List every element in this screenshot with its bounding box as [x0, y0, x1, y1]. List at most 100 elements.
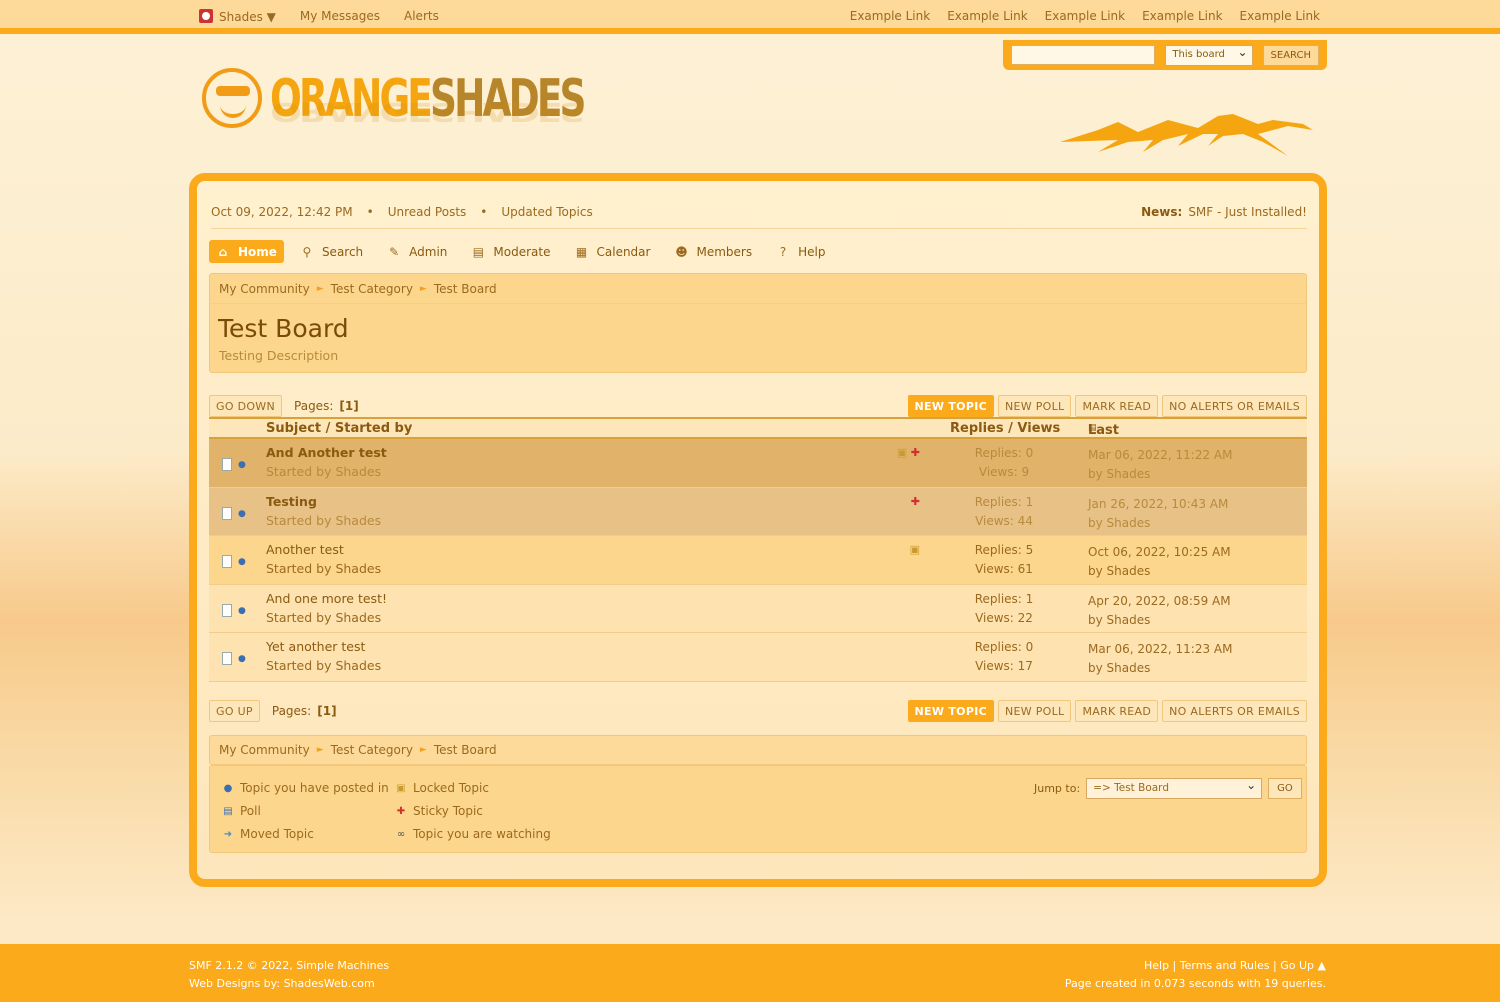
- notify-button[interactable]: NO ALERTS OR EMAILS: [1162, 700, 1307, 722]
- replies-count: Replies: 0: [974, 446, 1034, 460]
- menu-item-moderate[interactable]: ▤ Moderate: [463, 240, 558, 263]
- user-menu[interactable]: Shades ▼: [199, 8, 276, 24]
- help-link[interactable]: Help: [1144, 959, 1169, 972]
- menu-item-search[interactable]: ⚲ Search: [292, 240, 371, 263]
- pagination-bar-bottom: GO UP Pages: [1] NEW TOPIC NEW POLL MARK …: [209, 699, 1307, 723]
- menu-item-help[interactable]: ? Help: [768, 240, 833, 263]
- topic-icon: [222, 458, 232, 471]
- views-count: Views: 61: [975, 562, 1033, 576]
- last-post-author[interactable]: by Shades: [1088, 661, 1150, 675]
- sort-subject-link[interactable]: Subject / Started by: [266, 421, 412, 436]
- topic-subject-link[interactable]: Testing: [266, 494, 317, 509]
- search-icon: ⚲: [302, 244, 312, 259]
- table-row: ● Testing Started by Shades ✚ Replies: 1…: [209, 487, 1307, 536]
- breadcrumb-item[interactable]: My Community: [219, 743, 310, 757]
- search-button[interactable]: SEARCH: [1262, 44, 1319, 66]
- alerts-link[interactable]: Alerts: [404, 9, 439, 23]
- breadcrumb-separator-icon: ►: [419, 745, 427, 755]
- topic-subject-link[interactable]: And one more test!: [266, 591, 387, 606]
- example-link[interactable]: Example Link: [1045, 9, 1125, 23]
- last-post-author[interactable]: by Shades: [1088, 564, 1150, 578]
- participation-icon: ●: [223, 782, 233, 794]
- search-scope-select[interactable]: This board: [1165, 44, 1253, 66]
- breadcrumb-separator-icon: ►: [419, 283, 427, 294]
- mountain-decoration-icon: [1060, 114, 1313, 156]
- lock-icon: ▣: [396, 782, 406, 794]
- site-logo[interactable]: ORANGESHADES ORANGESHADES: [198, 62, 587, 158]
- example-link[interactable]: Example Link: [947, 9, 1027, 23]
- last-post-date[interactable]: Oct 06, 2022, 10:25 AM: [1088, 545, 1231, 559]
- breadcrumb-separator-icon: ►: [316, 745, 324, 755]
- pin-icon: ✚: [396, 805, 406, 817]
- sunglasses-face-icon: [202, 68, 262, 128]
- last-post-date[interactable]: Jan 26, 2022, 10:43 AM: [1088, 497, 1228, 511]
- last-post-author[interactable]: by Shades: [1088, 613, 1150, 627]
- main-container: Oct 09, 2022, 12:42 PM • Unread Posts • …: [189, 173, 1327, 887]
- breadcrumb-item[interactable]: Test Category: [331, 282, 413, 296]
- new-poll-button[interactable]: NEW POLL: [997, 700, 1072, 722]
- new-topic-button[interactable]: NEW TOPIC: [907, 395, 994, 417]
- poll-icon: ▤: [223, 805, 233, 817]
- go-down-button[interactable]: GO DOWN: [209, 395, 283, 417]
- replies-count: Replies: 5: [974, 543, 1034, 557]
- topic-subject-link[interactable]: Yet another test: [266, 639, 365, 654]
- pin-icon: ✚: [910, 446, 920, 459]
- topic-starter: Started by Shades: [266, 658, 382, 673]
- menu-item-home[interactable]: ⌂ Home: [209, 240, 284, 263]
- jump-go-button[interactable]: GO: [1268, 778, 1302, 799]
- posted-in-icon: ●: [238, 605, 246, 616]
- last-post-author[interactable]: by Shades: [1088, 467, 1150, 481]
- jump-to-select[interactable]: => Test Board: [1086, 778, 1263, 799]
- topic-subject-link[interactable]: Another test: [266, 542, 344, 557]
- home-icon: ⌂: [218, 244, 228, 259]
- breadcrumb-item[interactable]: Test Board: [434, 743, 497, 757]
- last-post-author[interactable]: by Shades: [1088, 516, 1150, 530]
- menu-item-members[interactable]: ☻ Members: [666, 240, 760, 263]
- breadcrumb: My Community ► Test Category ► Test Boar…: [210, 274, 1306, 304]
- topic-starter: Started by Shades: [266, 561, 382, 576]
- breadcrumb-item[interactable]: My Community: [219, 282, 310, 296]
- user-avatar-icon: [199, 8, 213, 23]
- mark-read-button[interactable]: MARK READ: [1075, 395, 1159, 417]
- caret-down-icon: ▼: [266, 9, 276, 24]
- briefcase-icon: ▤: [472, 244, 485, 259]
- topic-icon: [222, 506, 232, 520]
- updated-topics-link[interactable]: Updated Topics: [501, 205, 592, 219]
- go-up-link[interactable]: Go Up ▲: [1280, 959, 1326, 972]
- mark-read-button[interactable]: MARK READ: [1075, 700, 1159, 722]
- topic-starter: Started by Shades: [266, 464, 382, 479]
- search-input[interactable]: [1011, 45, 1156, 65]
- copyright-link[interactable]: SMF 2.1.2 © 2022, Simple Machines: [189, 959, 389, 972]
- lock-icon: ▣: [896, 446, 908, 459]
- last-post-date[interactable]: Apr 20, 2022, 08:59 AM: [1088, 594, 1231, 608]
- topic-subject-link[interactable]: And Another test: [266, 445, 387, 460]
- sort-replies-link[interactable]: Replies / Views: [950, 421, 1060, 436]
- views-count: Views: 9: [978, 465, 1030, 479]
- table-row: ● And Another test Started by Shades ▣ ✚…: [209, 439, 1307, 488]
- topic-list: Subject / Started by Replies / Views Las…: [209, 417, 1307, 682]
- designer-link[interactable]: Web Designs by: ShadesWeb.com: [189, 977, 375, 990]
- last-post-date[interactable]: Mar 06, 2022, 11:23 AM: [1088, 642, 1232, 656]
- example-link[interactable]: Example Link: [1142, 9, 1222, 23]
- topic-icon: [222, 652, 232, 665]
- menu-item-admin[interactable]: ✎ Admin: [379, 240, 455, 263]
- watch-icon: ∞: [396, 828, 406, 840]
- unread-posts-link[interactable]: Unread Posts: [388, 205, 467, 219]
- top-bar: Shades ▼ My Messages Alerts Example Link…: [0, 0, 1500, 34]
- last-post-date[interactable]: Mar 06, 2022, 11:22 AM: [1088, 448, 1232, 462]
- go-up-button[interactable]: GO UP: [209, 700, 260, 722]
- breadcrumb-item[interactable]: Test Category: [331, 743, 413, 757]
- board-header: My Community ► Test Category ► Test Boar…: [209, 273, 1307, 373]
- example-link[interactable]: Example Link: [1240, 9, 1320, 23]
- posted-in-icon: ●: [238, 508, 246, 519]
- search-form: This board SEARCH: [1003, 40, 1327, 70]
- notify-button[interactable]: NO ALERTS OR EMAILS: [1162, 395, 1307, 417]
- breadcrumb-item[interactable]: Test Board: [434, 282, 497, 296]
- new-topic-button[interactable]: NEW TOPIC: [907, 700, 994, 722]
- menu-item-calendar[interactable]: ▦ Calendar: [567, 240, 659, 263]
- my-messages-link[interactable]: My Messages: [300, 9, 380, 23]
- new-poll-button[interactable]: NEW POLL: [997, 395, 1072, 417]
- topic-icon: [222, 603, 232, 617]
- example-link[interactable]: Example Link: [850, 9, 930, 23]
- terms-link[interactable]: Terms and Rules: [1180, 959, 1270, 972]
